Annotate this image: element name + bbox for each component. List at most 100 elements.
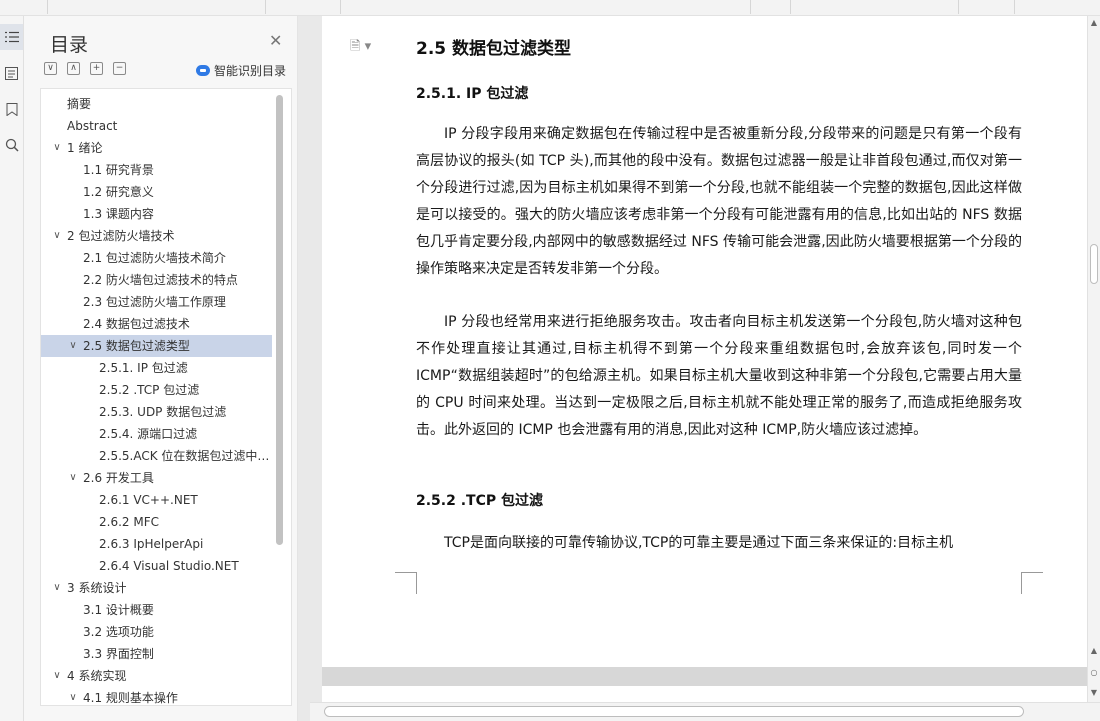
close-icon[interactable]: ✕ xyxy=(269,31,282,50)
toc-item[interactable]: 3.1 设计概要 xyxy=(41,599,272,621)
toc-item[interactable]: ∨ 4.1 规则基本操作 xyxy=(41,687,272,705)
toolbar-segment[interactable] xyxy=(959,0,1015,14)
add-heading-button[interactable]: + xyxy=(90,62,103,75)
toc-item[interactable]: 2.5.1. IP 包过滤 xyxy=(41,357,272,379)
bookmark-rail-icon[interactable] xyxy=(0,96,23,122)
toc-item[interactable]: 2.5.2 .TCP 包过滤 xyxy=(41,379,272,401)
remove-heading-button[interactable]: − xyxy=(113,62,126,75)
toc-item-label: 2.5.3. UDP 数据包过滤 xyxy=(99,405,227,419)
toc-item[interactable]: 摘要 xyxy=(41,93,272,115)
toc-item[interactable]: 2.5.4. 源端口过滤 xyxy=(41,423,272,445)
toc-item-label: 2.5.1. IP 包过滤 xyxy=(99,361,188,375)
subsection-heading-tcp: 2.5.2 .TCP 包过滤 xyxy=(416,493,544,509)
scroll-thumb[interactable] xyxy=(1090,244,1098,284)
toc-item[interactable]: 2.5.3. UDP 数据包过滤 xyxy=(41,401,272,423)
toolbar-segment[interactable] xyxy=(0,0,48,14)
toc-item-label: 2.4 数据包过滤技术 xyxy=(83,317,190,331)
chevron-down-icon[interactable]: ∨ xyxy=(67,335,79,357)
toc-item-label: 2.2 防火墙包过滤技术的特点 xyxy=(83,273,238,287)
toc-item-label: 3.3 界面控制 xyxy=(83,647,154,661)
chevron-down-icon[interactable]: ∨ xyxy=(51,665,63,687)
toc-item[interactable]: 3.2 选项功能 xyxy=(41,621,272,643)
toc-item-label: 2.1 包过滤防火墙技术简介 xyxy=(83,251,226,265)
toc-item[interactable]: 1.3 课题内容 xyxy=(41,203,272,225)
toc-item[interactable]: 2.6.4 Visual Studio.NET xyxy=(41,555,272,577)
toolbar-strip xyxy=(0,0,1100,16)
toc-item-label: 1.2 研究意义 xyxy=(83,185,154,199)
side-rail xyxy=(0,16,24,721)
chevron-down-icon[interactable]: ∨ xyxy=(51,225,63,247)
toc-item-label: 2.3 包过滤防火墙工作原理 xyxy=(83,295,226,309)
toc-item[interactable]: 1.1 研究背景 xyxy=(41,159,272,181)
toc-item[interactable]: 2.2 防火墙包过滤技术的特点 xyxy=(41,269,272,291)
toc-item[interactable]: 2.6.1 VC++.NET xyxy=(41,489,272,511)
scroll-up-icon[interactable]: ▲ xyxy=(1088,16,1100,30)
page-gap xyxy=(322,667,1087,686)
subsection-heading-ip: 2.5.1. IP 包过滤 xyxy=(416,86,529,102)
toc-item[interactable]: ∨ 4 系统实现 xyxy=(41,665,272,687)
toc-item[interactable]: 2.5.5.ACK 位在数据包过滤中的作用 xyxy=(41,445,272,467)
chevron-down-icon[interactable]: ∨ xyxy=(51,577,63,599)
paragraph: IP 分段也经常用来进行拒绝服务攻击。攻击者向目标主机发送第一个分段包,防火墙对… xyxy=(416,314,1022,438)
toc-item[interactable]: ∨ 2.5 数据包过滤类型 xyxy=(41,335,272,357)
ai-icon xyxy=(196,65,210,76)
toc-scrollbar[interactable] xyxy=(276,95,283,545)
toc-item[interactable]: 2.1 包过滤防火墙技术简介 xyxy=(41,247,272,269)
vertical-scrollbar[interactable]: ▲ ▲ ○ ▼ xyxy=(1087,16,1100,702)
paragraph: IP 分段字段用来确定数据包在传输过程中是否被重新分段,分段带来的问题是只有第一… xyxy=(416,126,1022,277)
toc-rail-icon[interactable] xyxy=(0,24,23,50)
horizontal-scrollbar[interactable] xyxy=(310,702,1100,721)
toc-item[interactable]: 1.2 研究意义 xyxy=(41,181,272,203)
page-corner-mark xyxy=(395,572,417,594)
smart-toc-button[interactable]: 智能识别目录 xyxy=(196,62,286,79)
collapse-all-button[interactable]: ∨ xyxy=(44,62,57,75)
toc-item[interactable]: Abstract xyxy=(41,115,272,137)
toc-item[interactable]: ∨ 1 绪论 xyxy=(41,137,272,159)
chevron-down-icon[interactable]: ∨ xyxy=(51,137,63,159)
document-icon[interactable]: 🗎 ▾ xyxy=(350,37,371,59)
toolbar-segment[interactable] xyxy=(751,0,791,14)
expand-up-button[interactable]: ∧ xyxy=(67,62,80,75)
toolbar-segment[interactable] xyxy=(266,0,341,14)
chevron-down-icon[interactable]: ∨ xyxy=(67,687,79,705)
next-page-icon[interactable]: ▼ xyxy=(1088,686,1100,700)
toc-item-label: 3.2 选项功能 xyxy=(83,625,154,639)
scroll-thumb[interactable] xyxy=(324,706,1024,717)
toc-item[interactable]: ∨ 3 系统设计 xyxy=(41,577,272,599)
toc-item[interactable]: ∨ 2 包过滤防火墙技术 xyxy=(41,225,272,247)
toc-item-label: 2.6.4 Visual Studio.NET xyxy=(99,559,239,573)
page-dot-icon[interactable]: ○ xyxy=(1088,666,1100,680)
chevron-down-icon[interactable]: ∨ xyxy=(67,467,79,489)
toc-item-label: 2.6.2 MFC xyxy=(99,515,159,529)
prev-page-icon[interactable]: ▲ xyxy=(1088,644,1100,658)
toc-item[interactable]: 2.4 数据包过滤技术 xyxy=(41,313,272,335)
toc-item-label: 2.5.2 .TCP 包过滤 xyxy=(99,383,200,397)
toolbar-segment[interactable] xyxy=(48,0,266,14)
toc-item-label: 2.5.4. 源端口过滤 xyxy=(99,427,198,441)
toc-item-label: 3 系统设计 xyxy=(67,581,127,595)
toc-item-label: 2.5 数据包过滤类型 xyxy=(83,339,190,353)
toc-item-label: 2 包过滤防火墙技术 xyxy=(67,229,175,243)
toc-item-label: 3.1 设计概要 xyxy=(83,603,154,617)
toc-item[interactable]: 2.6.3 IpHelperApi xyxy=(41,533,272,555)
toc-item[interactable]: 2.6.2 MFC xyxy=(41,511,272,533)
toc-item-label: 2.5.5.ACK 位在数据包过滤中的作用 xyxy=(99,449,270,463)
toc-item[interactable]: ∨ 2.6 开发工具 xyxy=(41,467,272,489)
paragraph: TCP是面向联接的可靠传输协议,TCP的可靠主要是通过下面三条来保证的:目标主机 xyxy=(444,535,954,551)
find-rail-icon[interactable] xyxy=(0,132,23,158)
toc-item-label: 1 绪论 xyxy=(67,141,103,155)
toc-list: 摘要 Abstract ∨ 1 绪论 1.1 研究背景 1.2 研究意义 1.3 课题内容 ∨… xyxy=(40,88,292,706)
toolbar-segment[interactable] xyxy=(341,0,751,14)
toc-item[interactable]: 2.3 包过滤防火墙工作原理 xyxy=(41,291,272,313)
toc-item[interactable]: 3.3 界面控制 xyxy=(41,643,272,665)
toolbar-segment[interactable] xyxy=(791,0,959,14)
toc-item-label: 2.6 开发工具 xyxy=(83,471,154,485)
next-page[interactable] xyxy=(322,686,1087,702)
toc-item-label: 1.1 研究背景 xyxy=(83,163,154,177)
toc-panel: 目录 ✕ ∨ ∧ + − 智能识别目录 摘要 Abstract ∨ 1 绪论 1.1 研… xyxy=(24,16,298,721)
outline-rail-icon[interactable] xyxy=(0,60,23,86)
toc-item-label: 4.1 规则基本操作 xyxy=(83,691,178,705)
toc-item-label: Abstract xyxy=(67,119,118,133)
toc-title: 目录 xyxy=(50,34,89,56)
section-heading: 2.5 数据包过滤类型 xyxy=(416,39,572,59)
